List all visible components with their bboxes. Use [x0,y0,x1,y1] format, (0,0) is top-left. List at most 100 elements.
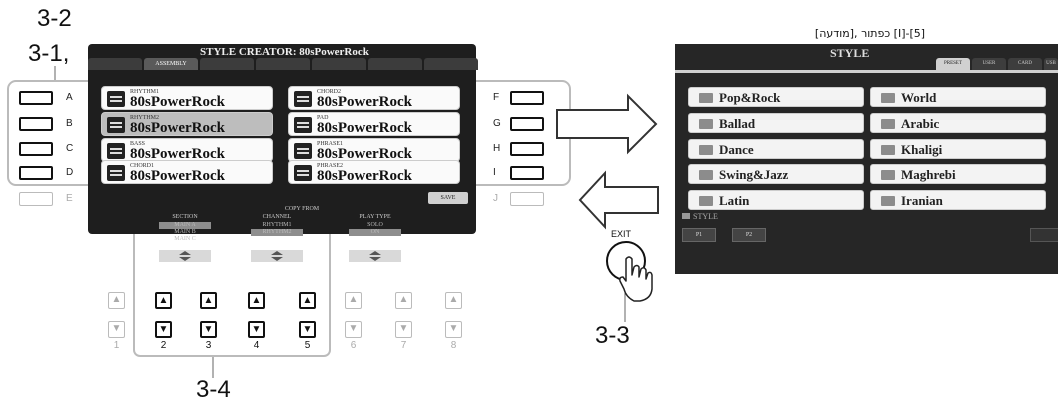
button-c[interactable] [19,142,53,156]
button-a-label: A [66,92,73,103]
up-button-6[interactable]: ▲ [345,292,362,309]
folder-latin[interactable]: Latin [688,190,864,210]
phrase-icon [294,143,312,159]
up-button-4[interactable]: ▲ [248,292,265,309]
chord-icon [294,91,312,107]
folder-khaligi[interactable]: Khaligi [870,139,1046,159]
chord-icon [107,165,125,181]
section-value-3: MAIN C [174,236,196,242]
style-footer: STYLE [682,212,718,221]
folder-swing-jazz[interactable]: Swing&Jazz [688,164,864,184]
part-style-name: 80sPowerRock [317,120,412,136]
down-button-6[interactable]: ▼ [345,321,362,338]
folder-iranian[interactable]: Iranian [870,190,1046,210]
channel-updown-icon [251,250,303,262]
page-button-p1[interactable]: P1 [682,228,716,242]
tab-assembly[interactable]: ASSEMBLY [144,58,198,70]
play-type-value-2: ON [370,229,380,235]
button-j-label: J [493,193,498,204]
tab-user[interactable]: USER [972,58,1006,70]
style-tab-bar: PRESET USER CARD USB [936,58,1058,70]
up-button-5[interactable]: ▲ [299,292,316,309]
button-h-label: H [493,143,501,154]
part-phrase2[interactable]: PHRASE2 80sPowerRock [288,160,460,184]
tab-5[interactable] [312,58,366,70]
up-button-7[interactable]: ▲ [395,292,412,309]
folder-ballad[interactable]: Ballad [688,113,864,133]
down-button-2[interactable]: ▼ [155,321,172,338]
button-f[interactable] [510,91,544,105]
save-button[interactable]: SAVE [428,192,468,204]
tab-preset[interactable]: PRESET [936,58,970,70]
tab-6[interactable] [368,58,422,70]
style-screen-title: STYLE [830,46,870,60]
number-3: 3 [205,340,212,351]
folder-arabic[interactable]: Arabic [870,113,1046,133]
button-j[interactable] [510,192,544,206]
button-b-label: B [66,118,73,129]
channel-value-1: RHYTHM1 [262,222,292,228]
folder-icon [881,196,895,206]
up-button-1[interactable]: ▲ [108,292,125,309]
folder-icon [881,145,895,155]
button-h[interactable] [510,142,544,156]
exit-label: EXIT [611,229,632,239]
button-g[interactable] [510,117,544,131]
page-button-p2[interactable]: P2 [732,228,766,242]
folder-dance[interactable]: Dance [688,139,864,159]
folder-pop-rock[interactable]: Pop&Rock [688,87,864,107]
part-pad[interactable]: PAD 80sPowerRock [288,112,460,136]
section-updown-icon [159,250,211,262]
folder-icon [699,145,713,155]
down-button-5[interactable]: ▼ [299,321,316,338]
folder-name: Khaligi [901,142,943,157]
tab-7[interactable] [424,58,478,70]
up-button-2[interactable]: ▲ [155,292,172,309]
down-button-4[interactable]: ▼ [248,321,265,338]
section-header: SECTION [172,214,198,220]
folder-name: Maghrebi [901,167,956,182]
down-button-1[interactable]: ▼ [108,321,125,338]
button-b[interactable] [19,117,53,131]
tab-usb[interactable]: USB [1044,58,1058,70]
button-a[interactable] [19,91,53,105]
screen-title: STYLE CREATOR: 80sPowerRock [200,46,369,58]
part-rhythm1[interactable]: RHYTHM1 80sPowerRock [101,86,273,110]
part-style-name: 80sPowerRock [130,120,225,136]
channel-value-2: RHYTHM2 [262,229,292,235]
part-chord2[interactable]: CHORD2 80sPowerRock [288,86,460,110]
folder-icon [881,119,895,129]
folder-world[interactable]: World [870,87,1046,107]
button-e[interactable] [19,192,53,206]
page-button-right[interactable] [1030,228,1058,242]
tab-card[interactable]: CARD [1008,58,1042,70]
part-chord1[interactable]: CHORD1 80sPowerRock [101,160,273,184]
tab-bar: ASSEMBLY [88,58,478,72]
footer-folder-icon [682,213,690,219]
folder-name: World [901,90,937,105]
button-f-label: F [493,92,500,103]
tab-3[interactable] [200,58,254,70]
up-button-8[interactable]: ▲ [445,292,462,309]
rhythm-icon [107,91,125,107]
phrase-icon [294,165,312,181]
part-phrase1[interactable]: PHRASE1 80sPowerRock [288,138,460,162]
part-bass[interactable]: BASS 80sPowerRock [101,138,273,162]
down-button-3[interactable]: ▼ [200,321,217,338]
up-button-3[interactable]: ▲ [200,292,217,309]
down-button-8[interactable]: ▼ [445,321,462,338]
folder-name: Iranian [901,193,943,208]
part-rhythm2[interactable]: RHYTHM2 80sPowerRock [101,112,273,136]
tab-4[interactable] [256,58,310,70]
play-type-updown-icon [349,250,401,262]
tab-1[interactable] [88,58,142,70]
button-d[interactable] [19,166,53,180]
button-i[interactable] [510,166,544,180]
number-2: 2 [160,340,167,351]
folder-maghrebi[interactable]: Maghrebi [870,164,1046,184]
tab-underline [675,70,1058,73]
down-button-7[interactable]: ▼ [395,321,412,338]
play-type-value-1: SOLO [367,222,383,228]
button-e-label: E [66,193,73,204]
footer-label: STYLE [693,212,718,221]
